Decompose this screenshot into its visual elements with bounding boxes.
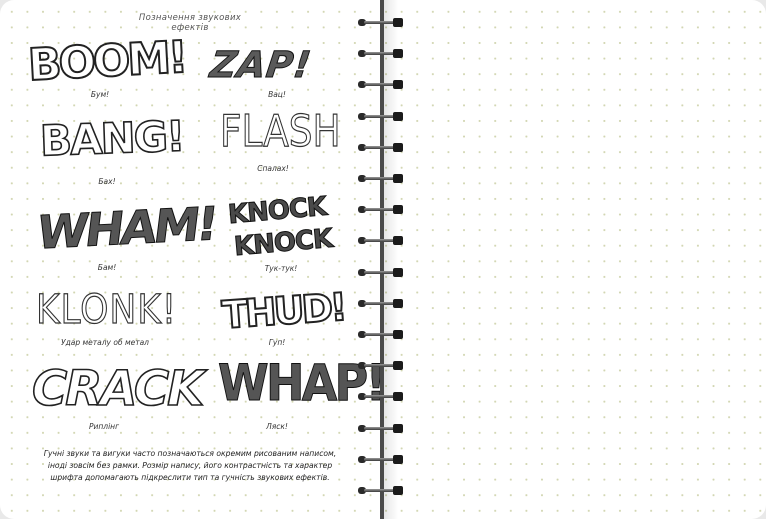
ring-hole xyxy=(393,18,403,27)
klonk-caption: Удар металу об метал xyxy=(61,338,149,347)
ring-hole xyxy=(393,330,403,339)
ring-hole xyxy=(393,80,403,90)
page-title: Позначення звукових ефектів xyxy=(138,13,242,33)
spiral-ring xyxy=(358,49,404,59)
ring-hole xyxy=(393,298,403,308)
spiral-ring xyxy=(358,18,404,27)
ring-hole xyxy=(393,142,403,152)
spiral-ring xyxy=(358,205,404,215)
knock-lettering-2: KNOCK xyxy=(232,223,334,263)
ring-hole xyxy=(393,454,403,464)
bang-caption: Бах! xyxy=(98,177,116,186)
spiral-ring xyxy=(358,330,404,339)
spiral-ring xyxy=(358,111,404,121)
spiral-ring xyxy=(358,392,404,402)
spiral-ring xyxy=(358,142,404,152)
boom-caption: Бум! xyxy=(90,90,110,99)
wham-caption: Бам! xyxy=(97,263,117,272)
spiral-ring xyxy=(358,361,404,371)
crack-caption: Риплінг xyxy=(88,422,120,431)
flash-caption: Спалах! xyxy=(257,164,289,173)
whap-caption: Ляск! xyxy=(266,422,288,431)
spiral-ring xyxy=(358,236,404,246)
spiral-ring xyxy=(358,454,404,464)
ring-hole xyxy=(393,49,403,59)
body-text: Гучні звуки та вигуки часто позначаються… xyxy=(43,449,337,483)
ring-hole xyxy=(393,205,403,215)
notebook-spread: Позначення звукових ефектів BOOM! Бум! Z… xyxy=(0,0,766,519)
spiral-ring xyxy=(358,486,404,495)
flash-lettering: FLASH xyxy=(219,106,341,157)
spiral-ring xyxy=(358,80,404,90)
ring-hole xyxy=(393,174,403,183)
ring-hole xyxy=(393,236,403,246)
knock-caption: Тук-тук! xyxy=(264,264,298,273)
spiral-ring xyxy=(358,298,404,308)
ring-hole xyxy=(393,111,403,121)
zap-lettering: ZAP! xyxy=(203,45,318,87)
bang-lettering: BANG! xyxy=(38,111,185,167)
thud-caption: Гуп! xyxy=(268,338,286,347)
spiral-ring xyxy=(358,174,404,183)
wham-lettering: WHAM! xyxy=(33,196,219,260)
ring-hole xyxy=(393,392,403,402)
crack-lettering: CRACK xyxy=(31,361,205,417)
zap-caption: Вац! xyxy=(268,90,286,99)
ring-hole xyxy=(393,423,403,433)
knock-lettering-1: KNOCK xyxy=(226,191,328,231)
spiral-ring xyxy=(358,423,404,433)
spiral-ring xyxy=(358,267,404,277)
ring-hole xyxy=(393,486,403,495)
thud-lettering: THUD! xyxy=(220,284,347,338)
spine-shadow xyxy=(384,0,398,519)
ring-hole xyxy=(393,267,403,277)
klonk-lettering: KLONK! xyxy=(35,287,178,333)
boom-lettering: BOOM! xyxy=(26,31,188,92)
ring-hole xyxy=(393,361,403,371)
